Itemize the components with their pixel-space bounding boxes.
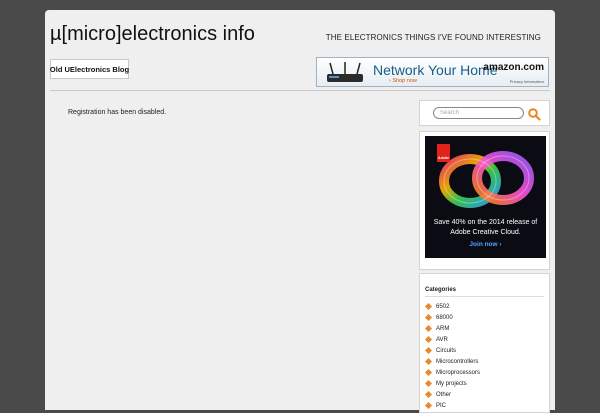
folder-icon: [425, 358, 432, 365]
category-label[interactable]: Circuits: [436, 348, 456, 354]
adobe-logo: Adobe: [437, 144, 450, 162]
category-item[interactable]: Other: [425, 389, 480, 400]
folder-icon: [425, 303, 432, 310]
category-label[interactable]: ARM: [436, 326, 449, 332]
category-label[interactable]: 68000: [436, 315, 453, 321]
ad-join-now-link[interactable]: Join now ›: [425, 241, 546, 248]
registration-message: Registration has been disabled.: [68, 109, 167, 116]
ad-line-1: Save 40% on the 2014 release of: [433, 219, 538, 226]
folder-icon: [425, 380, 432, 387]
category-item[interactable]: Microcontrollers: [425, 356, 480, 367]
category-label[interactable]: PIC: [436, 403, 446, 409]
header-divider: [50, 90, 550, 91]
category-label[interactable]: AVR: [436, 337, 448, 343]
category-item[interactable]: ARM: [425, 323, 480, 334]
router-icon: [327, 62, 363, 82]
banner-headline: Network Your Home: [373, 62, 498, 78]
category-item[interactable]: My projects: [425, 378, 480, 389]
ad-artwork: Adobe Save 40% on the 2014 release of Ad…: [425, 136, 546, 258]
categories-widget: Categories 6502 68000 ARM AVR Circuits M…: [419, 273, 550, 413]
old-blog-link[interactable]: Old UElectronics Blog: [50, 59, 129, 79]
site-tagline: THE ELECTRONICS THINGS I'VE FOUND INTERE…: [325, 33, 541, 42]
category-label[interactable]: Other: [436, 392, 451, 398]
site-title[interactable]: µ[micro]electronics info: [50, 23, 255, 46]
folder-icon: [425, 391, 432, 398]
categories-list: 6502 68000 ARM AVR Circuits Microcontrol…: [425, 301, 480, 411]
adobe-ad[interactable]: Adobe Save 40% on the 2014 release of Ad…: [419, 131, 550, 270]
category-label[interactable]: 6502: [436, 304, 449, 310]
folder-icon: [425, 402, 432, 409]
folder-icon: [425, 336, 432, 343]
category-item[interactable]: Circuits: [425, 345, 480, 356]
folder-icon: [425, 314, 432, 321]
folder-icon: [425, 325, 432, 332]
amazon-logo: amazon.com: [483, 62, 544, 73]
category-item[interactable]: Microprocessors: [425, 367, 480, 378]
ad-copy: Save 40% on the 2014 release of Adobe Cr…: [425, 218, 546, 238]
page-container: µ[micro]electronics info THE ELECTRONICS…: [45, 10, 555, 413]
category-label[interactable]: My projects: [436, 381, 467, 387]
category-item[interactable]: 68000: [425, 312, 480, 323]
amazon-banner-ad[interactable]: Network Your Home › Shop now amazon.com …: [316, 57, 549, 87]
category-item[interactable]: PIC: [425, 400, 480, 411]
banner-shop-now[interactable]: › Shop now: [389, 78, 417, 84]
category-label[interactable]: Microcontrollers: [436, 359, 478, 365]
folder-icon: [425, 347, 432, 354]
search-icon[interactable]: [527, 107, 541, 121]
category-label[interactable]: Microprocessors: [436, 370, 480, 376]
category-item[interactable]: 6502: [425, 301, 480, 312]
categories-title: Categories: [425, 287, 457, 293]
search-input[interactable]: [433, 107, 524, 119]
category-item[interactable]: AVR: [425, 334, 480, 345]
folder-icon: [425, 369, 432, 376]
ad-line-2: Adobe Creative Cloud.: [450, 229, 521, 236]
banner-privacy-link[interactable]: Privacy Information: [510, 79, 544, 84]
categories-divider: [425, 296, 544, 297]
search-widget: [419, 100, 550, 126]
